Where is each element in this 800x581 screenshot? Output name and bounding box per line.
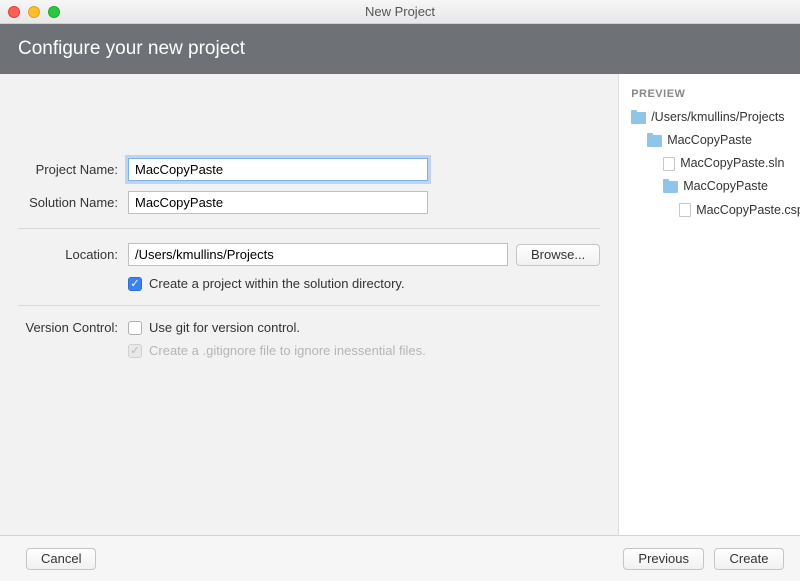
preview-panel: PREVIEW /Users/kmullins/Projects MacCopy… — [619, 74, 800, 535]
tree-label: MacCopyPaste — [683, 175, 768, 198]
form-panel: Project Name: Solution Name: Location: B… — [0, 74, 619, 535]
footer: Cancel Previous Create — [0, 535, 800, 581]
tree-label: MacCopyPaste.sln — [680, 152, 784, 175]
previous-button[interactable]: Previous — [623, 548, 704, 570]
create-button[interactable]: Create — [714, 548, 784, 570]
window-controls — [8, 6, 60, 18]
cancel-button[interactable]: Cancel — [26, 548, 96, 570]
create-in-solution-checkbox[interactable]: ✓ — [128, 277, 142, 291]
solution-name-input[interactable] — [128, 191, 428, 214]
file-icon — [663, 157, 675, 171]
folder-icon — [631, 112, 646, 124]
project-name-label: Project Name: — [18, 162, 128, 177]
preview-tree: /Users/kmullins/Projects MacCopyPaste Ma… — [631, 106, 800, 222]
tree-folder-project: MacCopyPaste — [631, 175, 800, 198]
browse-button[interactable]: Browse... — [516, 244, 600, 266]
page-header: Configure your new project — [0, 24, 800, 74]
window-title: New Project — [0, 4, 800, 19]
divider — [18, 228, 600, 229]
gitignore-label: Create a .gitignore file to ignore iness… — [149, 343, 426, 358]
version-control-label: Version Control: — [18, 320, 128, 335]
file-icon — [679, 203, 691, 217]
page-title: Configure your new project — [18, 38, 245, 59]
minimize-icon[interactable] — [28, 6, 40, 18]
titlebar: New Project — [0, 0, 800, 24]
create-in-solution-label: Create a project within the solution dir… — [149, 276, 405, 291]
maximize-icon[interactable] — [48, 6, 60, 18]
tree-label: MacCopyPaste.csproj — [696, 199, 800, 222]
tree-file-sln: MacCopyPaste.sln — [631, 152, 800, 175]
tree-label: /Users/kmullins/Projects — [651, 106, 784, 129]
preview-heading: PREVIEW — [631, 88, 800, 100]
project-name-input[interactable] — [128, 158, 428, 181]
tree-file-csproj: MacCopyPaste.csproj — [631, 199, 800, 222]
tree-folder-root: /Users/kmullins/Projects — [631, 106, 800, 129]
use-git-label: Use git for version control. — [149, 320, 300, 335]
folder-icon — [663, 181, 678, 193]
gitignore-checkbox: ✓ — [128, 344, 142, 358]
close-icon[interactable] — [8, 6, 20, 18]
folder-icon — [647, 135, 662, 147]
location-input[interactable] — [128, 243, 508, 266]
use-git-checkbox[interactable] — [128, 321, 142, 335]
tree-label: MacCopyPaste — [667, 129, 752, 152]
divider — [18, 305, 600, 306]
solution-name-label: Solution Name: — [18, 195, 128, 210]
location-label: Location: — [18, 247, 128, 262]
tree-folder-solution: MacCopyPaste — [631, 129, 800, 152]
